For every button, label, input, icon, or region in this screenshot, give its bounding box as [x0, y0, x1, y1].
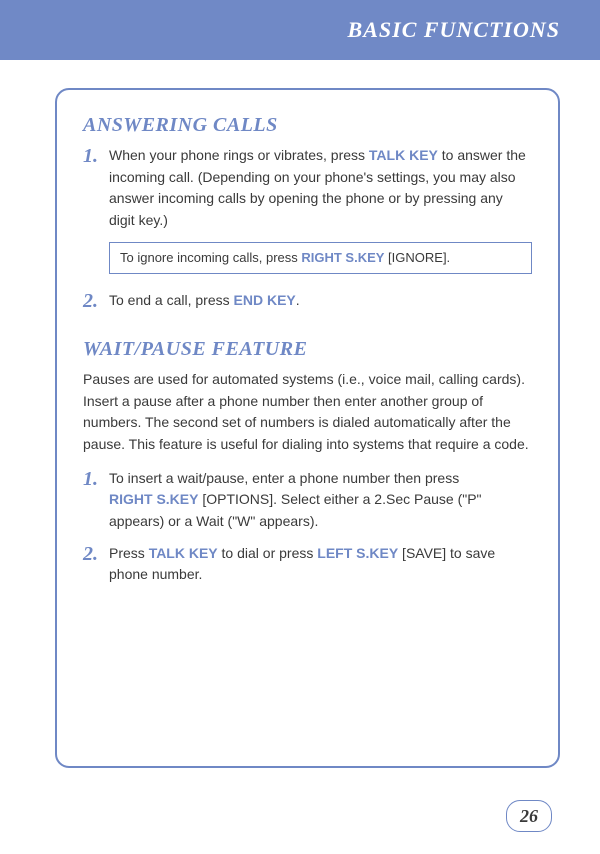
step-number: 2.: [83, 543, 109, 586]
content-box: ANSWERING CALLS 1. When your phone rings…: [55, 88, 560, 768]
step-number: 1.: [83, 145, 109, 232]
key-right-s: RIGHT S.KEY: [301, 250, 384, 265]
key-right-s: RIGHT S.KEY: [109, 491, 198, 507]
section-heading-waitpause: WAIT/PAUSE FEATURE: [83, 338, 532, 361]
section-heading-answering: ANSWERING CALLS: [83, 114, 532, 137]
key-left-s: LEFT S.KEY: [317, 545, 398, 561]
text-run: When your phone rings or vibrates, press: [109, 147, 369, 163]
header-bar: BASIC FUNCTIONS: [0, 0, 600, 60]
text-run: To end a call, press: [109, 292, 234, 308]
answering-step-1: 1. When your phone rings or vibrates, pr…: [83, 145, 532, 232]
text-run: To ignore incoming calls, press: [120, 250, 301, 265]
waitpause-step-1: 1. To insert a wait/pause, enter a phone…: [83, 468, 532, 533]
step-text: When your phone rings or vibrates, press…: [109, 145, 532, 232]
step-number: 1.: [83, 468, 109, 533]
key-talk: TALK KEY: [369, 147, 438, 163]
answering-step-2: 2. To end a call, press END KEY.: [83, 290, 532, 312]
step-text: To end a call, press END KEY.: [109, 290, 300, 312]
text-run: to dial or press: [218, 545, 318, 561]
waitpause-intro: Pauses are used for automated systems (i…: [83, 369, 532, 456]
key-talk: TALK KEY: [149, 545, 218, 561]
step-text: To insert a wait/pause, enter a phone nu…: [109, 468, 532, 533]
step-number: 2.: [83, 290, 109, 312]
text-run: .: [296, 292, 300, 308]
key-end: END KEY: [234, 292, 296, 308]
text-run: Press: [109, 545, 149, 561]
waitpause-step-2: 2. Press TALK KEY to dial or press LEFT …: [83, 543, 532, 586]
header-title: BASIC FUNCTIONS: [348, 17, 560, 43]
text-run: [IGNORE].: [384, 250, 450, 265]
text-run: To insert a wait/pause, enter a phone nu…: [109, 470, 459, 486]
step-text: Press TALK KEY to dial or press LEFT S.K…: [109, 543, 532, 586]
page-number-badge: 26: [506, 800, 552, 832]
ignore-note-box: To ignore incoming calls, press RIGHT S.…: [109, 242, 532, 274]
page-number: 26: [520, 806, 538, 827]
